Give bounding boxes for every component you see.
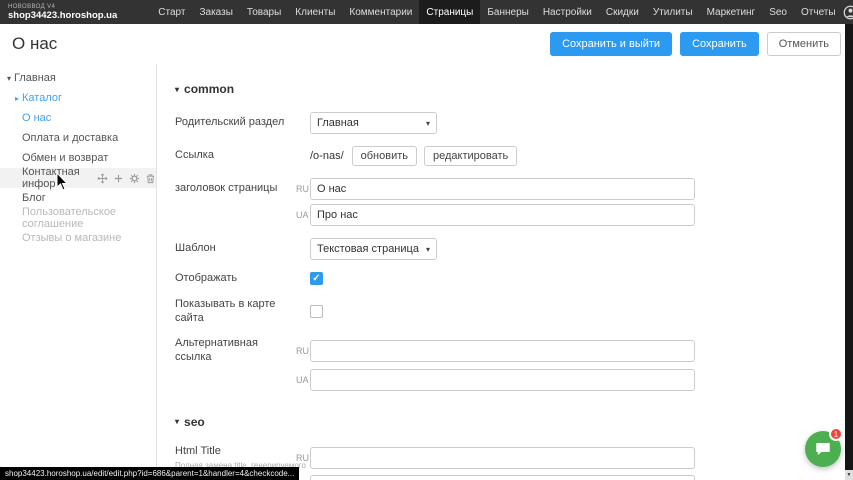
section-seo-toggle[interactable]: ▾ seo (175, 415, 853, 429)
chevron-down-icon: ▾ (426, 245, 430, 254)
display-checkbox[interactable] (310, 272, 323, 285)
page-header: О нас Сохранить и выйти Сохранить Отмени… (0, 24, 853, 64)
alt-link-ua-input[interactable] (310, 369, 695, 391)
parent-section-select[interactable]: Главная ▾ (310, 112, 437, 134)
chat-icon (814, 440, 832, 458)
menu-item-utilities[interactable]: Утилиты (646, 0, 700, 24)
brand-logo[interactable]: НОВОВВОД V4 shop34423.horoshop.ua (0, 0, 127, 24)
status-url-tooltip: shop34423.horoshop.ua/edit/edit.php?id=6… (0, 467, 299, 480)
link-label: Ссылка (175, 149, 296, 163)
template-value: Текстовая страница (317, 243, 419, 255)
sidebar-item-glavnaya[interactable]: ▾ Главная (0, 68, 156, 88)
page-edit-form: ▾ common Родительский раздел Главная ▾ С… (157, 64, 853, 480)
chevron-down-icon: ▾ (175, 85, 179, 94)
account-icon[interactable] (843, 5, 853, 20)
top-navigation-bar: НОВОВВОД V4 shop34423.horoshop.ua Старт … (0, 0, 853, 24)
section-common-toggle[interactable]: ▾ common (175, 82, 853, 96)
link-edit-button[interactable]: редактировать (424, 146, 517, 166)
sitemap-checkbox[interactable] (310, 305, 323, 318)
save-button[interactable]: Сохранить (680, 32, 759, 56)
chevron-down-icon: ▾ (426, 119, 430, 128)
scrollbar-down-arrow[interactable]: ▼ (845, 470, 853, 480)
menu-item-pages[interactable]: Страницы (419, 0, 480, 24)
chevron-right-icon: ▸ (12, 94, 22, 103)
save-and-exit-button[interactable]: Сохранить и выйти (550, 32, 672, 56)
sidebar-item-label: Контактная инфор (22, 166, 89, 190)
cancel-button[interactable]: Отменить (767, 32, 841, 56)
page-heading-label: заголовок страницы (175, 182, 296, 196)
link-value: /o-nas/ (310, 150, 344, 162)
main-menu: Старт Заказы Товары Клиенты Комментарии … (151, 0, 842, 24)
menu-item-orders[interactable]: Заказы (192, 0, 239, 24)
lang-ru-badge: RU (296, 453, 310, 463)
html-title-label: Html Title (175, 445, 221, 457)
chevron-down-icon: ▾ (4, 74, 14, 83)
sidebar-item-label: Каталог (22, 92, 62, 104)
sidebar-item-o-nas[interactable]: О нас (0, 108, 156, 128)
sidebar-item-polzovatelskoe-soglashenie[interactable]: Пользовательское соглашение (0, 208, 156, 228)
sidebar-item-label: Блог (22, 192, 46, 204)
sidebar-item-label: Оплата и доставка (22, 132, 118, 144)
chevron-down-icon: ▾ (175, 417, 179, 426)
page-heading-ua-input[interactable] (310, 204, 695, 226)
add-icon[interactable] (113, 173, 124, 184)
sidebar-item-label: Отзывы о магазине (22, 232, 121, 244)
drag-move-icon[interactable] (97, 173, 108, 184)
chat-unread-badge: 1 (829, 427, 843, 441)
sidebar-item-katalog[interactable]: ▸ Каталог (0, 88, 156, 108)
chat-widget-button[interactable]: 1 (805, 431, 841, 467)
page-title: О нас (12, 34, 57, 54)
template-select[interactable]: Текстовая страница ▾ (310, 238, 437, 260)
sidebar-item-label: Пользовательское соглашение (22, 206, 156, 230)
section-seo-label: seo (184, 415, 205, 429)
menu-item-banners[interactable]: Баннеры (480, 0, 535, 24)
sidebar-item-obmen-i-vozvrat[interactable]: Обмен и возврат (0, 148, 156, 168)
shop-domain: shop34423.horoshop.ua (8, 11, 117, 21)
html-title-ua-input[interactable] (310, 475, 695, 480)
sitemap-label: Показывать в карте сайта (175, 298, 296, 326)
html-title-ru-input[interactable] (310, 447, 695, 469)
sidebar-item-blog[interactable]: Блог (0, 188, 156, 208)
section-common-label: common (184, 82, 234, 96)
page-heading-ru-input[interactable] (310, 178, 695, 200)
app-window: НОВОВВОД V4 shop34423.horoshop.ua Старт … (0, 0, 853, 480)
sidebar-item-label: Главная (14, 72, 56, 84)
menu-item-discounts[interactable]: Скидки (599, 0, 646, 24)
lang-ua-badge: UA (296, 210, 310, 220)
lang-ru-badge: RU (296, 346, 310, 356)
alt-link-ru-input[interactable] (310, 340, 695, 362)
link-update-button[interactable]: обновить (352, 146, 417, 166)
menu-item-settings[interactable]: Настройки (536, 0, 599, 24)
sidebar-item-label: Обмен и возврат (22, 152, 108, 164)
parent-section-label: Родительский раздел (175, 116, 296, 130)
menu-item-clients[interactable]: Клиенты (288, 0, 342, 24)
display-label: Отображать (175, 272, 296, 286)
template-label: Шаблон (175, 242, 296, 256)
menu-item-products[interactable]: Товары (240, 0, 288, 24)
brand-version-label: НОВОВВОД V4 (8, 4, 117, 10)
menu-item-seo[interactable]: Seo (762, 0, 794, 24)
trash-icon[interactable] (145, 173, 156, 184)
gear-icon[interactable] (129, 173, 140, 184)
sidebar-item-kontaktnaya-informatsiya[interactable]: Контактная инфор (0, 168, 156, 188)
parent-section-value: Главная (317, 117, 359, 129)
menu-item-marketing[interactable]: Маркетинг (700, 0, 763, 24)
pages-tree-sidebar: ▾ Главная ▸ Каталог О нас Оплата и доста… (0, 64, 157, 480)
sidebar-item-oplata-i-dostavka[interactable]: Оплата и доставка (0, 128, 156, 148)
lang-ua-badge: UA (296, 375, 310, 385)
sidebar-item-label: О нас (22, 112, 51, 124)
scrollbar-track[interactable] (845, 24, 853, 480)
lang-ru-badge: RU (296, 184, 310, 194)
menu-item-start[interactable]: Старт (151, 0, 192, 24)
alt-link-label: Альтернативная ссылка (175, 337, 296, 365)
sidebar-item-otzyvy-o-magazine[interactable]: Отзывы о магазине (0, 228, 156, 248)
menu-item-comments[interactable]: Комментарии (342, 0, 419, 24)
menu-item-reports[interactable]: Отчеты (794, 0, 843, 24)
